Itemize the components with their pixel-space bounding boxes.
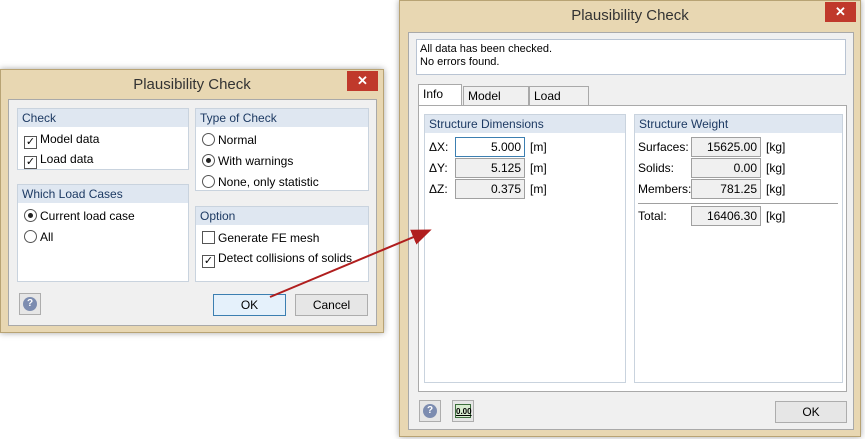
annotation-arrow	[269, 229, 432, 298]
arrow-line	[269, 229, 432, 298]
